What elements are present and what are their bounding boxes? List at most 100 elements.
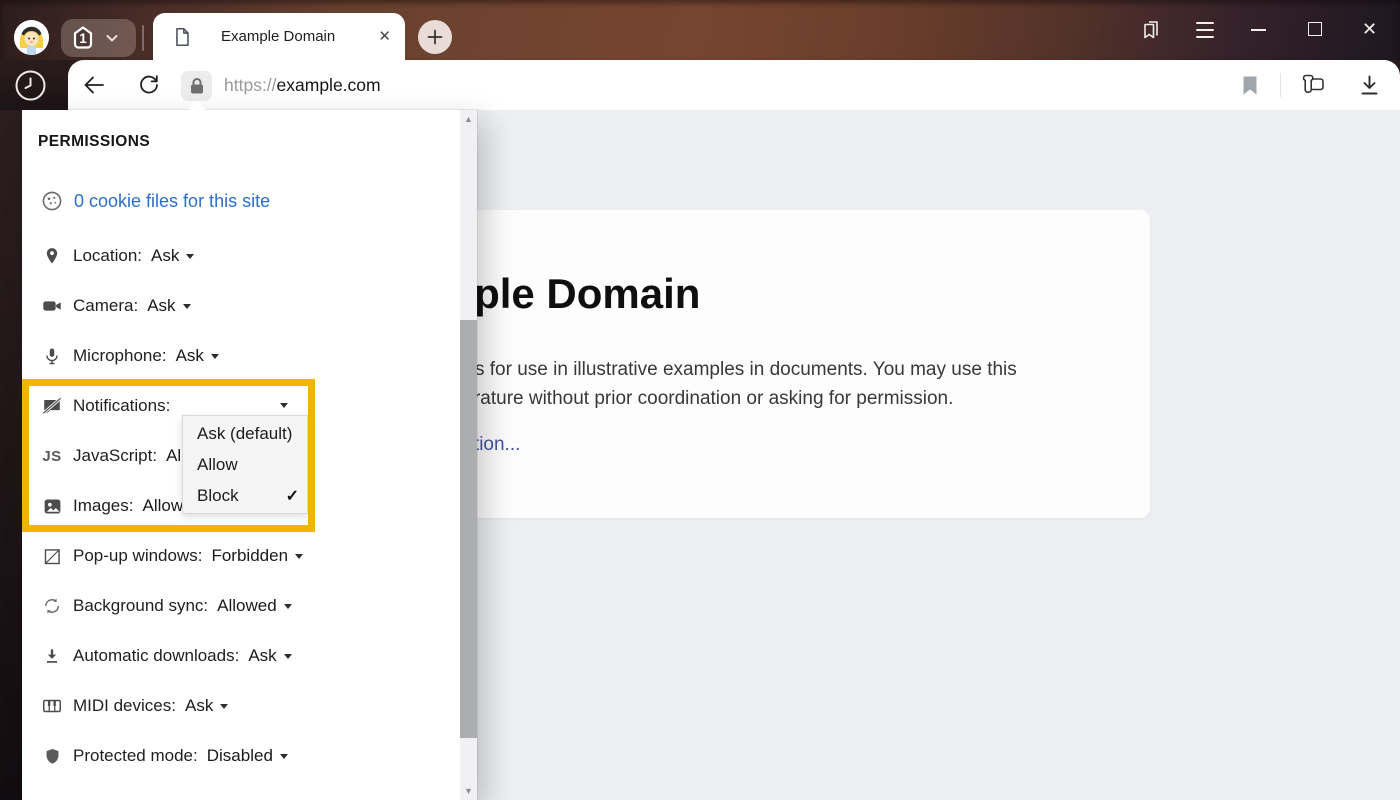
permission-value[interactable]: Disabled (207, 746, 273, 766)
dropdown-option-label: Ask (default) (197, 424, 292, 444)
refresh-icon[interactable] (136, 72, 162, 98)
permission-label: Images: (73, 496, 133, 516)
menu-icon[interactable] (1196, 22, 1214, 43)
background-sync-icon (40, 594, 64, 618)
permission-row-background-sync: Background sync: Allowed (40, 593, 292, 619)
back-arrow-icon[interactable] (81, 72, 107, 98)
dropdown-option-label: Block (197, 486, 239, 506)
permission-label: MIDI devices: (73, 696, 176, 716)
dropdown-option-allow[interactable]: Allow (183, 449, 307, 480)
popup-window-icon (40, 544, 64, 568)
permission-label: JavaScript: (73, 446, 157, 466)
toolbar-divider (1280, 73, 1281, 97)
permission-row-automatic-downloads: Automatic downloads: Ask (40, 643, 292, 669)
notifications-dropdown-menu: Ask (default) Allow Block ✓ (182, 415, 308, 514)
javascript-icon: JS (40, 444, 64, 468)
permission-row-microphone: Microphone: Ask (40, 343, 219, 369)
browser-tab[interactable]: Example Domain ✕ (153, 13, 405, 60)
dropdown-caret-icon[interactable] (211, 354, 219, 359)
tab-counter[interactable]: 1 (61, 19, 136, 57)
permission-row-location: Location: Ask (40, 243, 194, 269)
browser-window: 1 Example Domain ✕ ✕ (0, 0, 1400, 800)
download-arrow-icon (40, 644, 64, 668)
dropdown-option-label: Allow (197, 455, 238, 475)
permission-value[interactable]: Ask (176, 346, 204, 366)
tab-counter-shape-icon: 1 (69, 24, 97, 52)
map-pin-icon (40, 244, 64, 268)
dropdown-option-block[interactable]: Block ✓ (183, 480, 307, 511)
titlebar-divider (142, 25, 144, 51)
profile-avatar[interactable] (14, 20, 49, 55)
plus-icon (426, 28, 444, 46)
tab-count: 1 (69, 27, 97, 51)
scroll-down-icon[interactable]: ▼ (460, 786, 477, 796)
permission-row-camera: Camera: Ask (40, 293, 191, 319)
permission-label: Automatic downloads: (73, 646, 239, 666)
minimize-button[interactable] (1251, 29, 1266, 31)
page-document-icon (171, 25, 193, 49)
panel-title: PERMISSIONS (38, 133, 150, 151)
history-clock-icon[interactable] (14, 69, 47, 102)
permission-label: Protected mode: (73, 746, 198, 766)
dropdown-caret-icon[interactable] (284, 604, 292, 609)
permission-value[interactable]: Ask (248, 646, 276, 666)
permissions-panel: PERMISSIONS 0 cookie files for this site… (22, 110, 477, 800)
cookie-files-link[interactable]: 0 cookie files for this site (74, 191, 270, 212)
maximize-button[interactable] (1308, 22, 1322, 36)
dropdown-option-ask-default[interactable]: Ask (default) (183, 418, 307, 449)
dropdown-caret-icon[interactable] (220, 704, 228, 709)
permission-row-notifications: Notifications: (40, 393, 179, 419)
tab-groups-icon[interactable] (1137, 16, 1164, 43)
permission-row-protected-mode: Protected mode: Disabled (40, 743, 288, 769)
close-window-button[interactable]: ✕ (1362, 20, 1377, 38)
panel-scrollbar[interactable]: ▲ ▼ (460, 110, 477, 800)
panel-anchor-pointer (188, 101, 206, 111)
notifications-muted-icon (40, 394, 64, 418)
bookmark-icon[interactable] (1241, 75, 1259, 96)
permission-value[interactable]: Allowed (217, 596, 277, 616)
lock-icon (189, 77, 205, 95)
url-scheme: https:// (224, 75, 277, 96)
permission-value[interactable]: Ask (147, 296, 175, 316)
scroll-up-icon[interactable]: ▲ (460, 114, 477, 124)
cookie-icon (40, 189, 64, 213)
dropdown-caret-icon[interactable] (295, 554, 303, 559)
cookie-files-row: 0 cookie files for this site (40, 188, 270, 214)
permission-row-popups: Pop-up windows: Forbidden (40, 543, 303, 569)
tab-close-icon[interactable]: ✕ (378, 29, 391, 44)
video-camera-icon (40, 294, 64, 318)
dropdown-caret-icon[interactable] (280, 403, 288, 408)
midi-keyboard-icon (40, 694, 64, 718)
permission-value[interactable]: Ask (185, 696, 213, 716)
chevron-down-icon[interactable] (105, 34, 119, 43)
new-tab-button[interactable] (418, 20, 452, 54)
url-host: example.com (277, 75, 381, 96)
side-panel-collections-icon[interactable] (1298, 71, 1328, 99)
avatar-girl-icon (14, 20, 49, 55)
dropdown-caret-icon[interactable] (186, 254, 194, 259)
toolbar-row: https://example.com (0, 60, 1400, 110)
address-bar[interactable]: https://example.com (224, 60, 381, 110)
scrollbar-thumb[interactable] (460, 320, 477, 738)
title-bar: 1 Example Domain ✕ ✕ (0, 0, 1400, 60)
permission-value[interactable]: Forbidden (211, 546, 288, 566)
sidebar-strip (0, 110, 22, 800)
permission-value[interactable]: Ask (151, 246, 179, 266)
tab-title: Example Domain (221, 28, 335, 45)
permission-label: Background sync: (73, 596, 208, 616)
microphone-icon (40, 344, 64, 368)
dropdown-caret-icon[interactable] (183, 304, 191, 309)
permission-label: Pop-up windows: (73, 546, 202, 566)
toolbar: https://example.com (68, 60, 1400, 110)
downloads-icon[interactable] (1356, 72, 1383, 99)
image-icon (40, 494, 64, 518)
dropdown-caret-icon[interactable] (284, 654, 292, 659)
checkmark-icon: ✓ (286, 486, 299, 506)
permission-label: Camera: (73, 296, 138, 316)
permission-label: Location: (73, 246, 142, 266)
dropdown-caret-icon[interactable] (280, 754, 288, 759)
permission-label: Notifications: (73, 396, 170, 416)
permission-row-midi-devices: MIDI devices: Ask (40, 693, 228, 719)
site-security-badge[interactable] (181, 71, 212, 101)
permission-label: Microphone: (73, 346, 167, 366)
